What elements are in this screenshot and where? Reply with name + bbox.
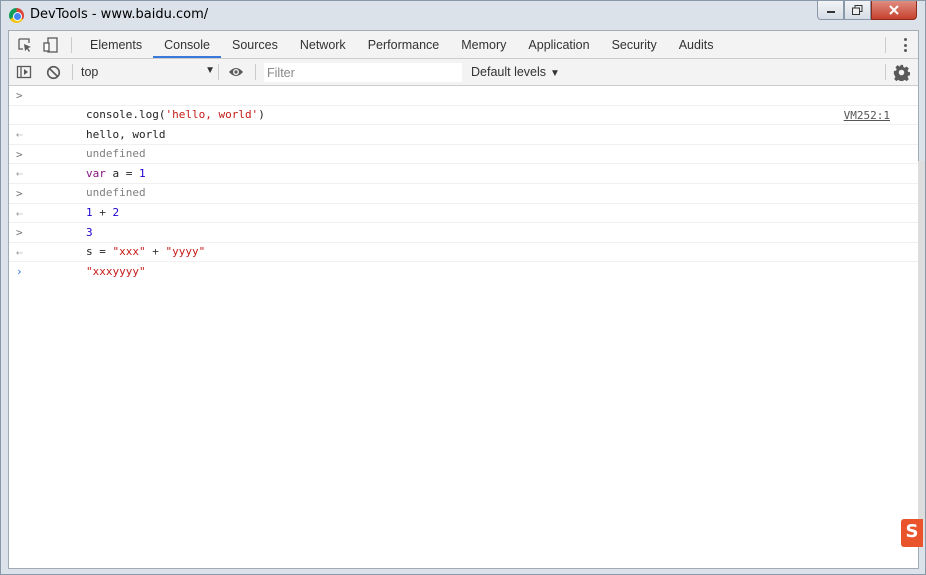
minimize-icon (826, 11, 835, 13)
tab-security[interactable]: Security (601, 31, 668, 58)
execution-context-select[interactable]: top ▼ (81, 63, 215, 81)
title-bar[interactable]: DevTools - www.baidu.com/ (1, 1, 925, 30)
clear-console-button[interactable] (44, 63, 62, 81)
input-chevron-icon: > (16, 147, 23, 161)
prompt-chevron-icon: › (16, 265, 23, 279)
result-arrow-icon: ⇠ (16, 128, 23, 142)
result-arrow-icon: ⇠ (16, 206, 23, 220)
live-expression-eye-icon[interactable] (228, 65, 244, 79)
sidebar-toggle-icon (16, 65, 32, 79)
console-input-row: > console.log('hello, world') (9, 86, 918, 121)
ime-indicator-icon[interactable]: S (901, 519, 923, 547)
input-chevron-icon: > (16, 89, 23, 102)
inspect-cursor-icon (18, 38, 31, 52)
console-input-row: >1 + 2 (9, 184, 918, 219)
dropdown-arrow-icon: ▼ (550, 68, 560, 79)
more-options-button[interactable] (900, 37, 910, 53)
tab-elements[interactable]: Elements (79, 31, 153, 58)
input-chevron-icon: > (16, 226, 23, 240)
console-result-row: ⇠ 3 (9, 204, 918, 239)
toolbar-separator (218, 64, 219, 80)
console-input-row: > s = "xxx" + "yyyy" (9, 223, 918, 258)
close-button[interactable] (871, 1, 917, 20)
console-output[interactable]: > console.log('hello, world') hello, worl… (9, 86, 918, 568)
toolbar-separator (71, 37, 72, 53)
chrome-logo-icon (9, 8, 24, 23)
console-result-row: ⇠ undefined (9, 164, 918, 199)
tab-network[interactable]: Network (289, 31, 357, 58)
panel-tabs: Elements Console Sources Network Perform… (79, 31, 724, 58)
kebab-menu-icon (903, 38, 907, 41)
toolbar-separator (255, 64, 256, 80)
console-input-row: > var a = 1 (9, 145, 918, 180)
tab-application[interactable]: Application (517, 31, 600, 58)
tab-audits[interactable]: Audits (668, 31, 725, 58)
source-link[interactable]: VM252:1 (844, 106, 890, 125)
dropdown-arrow-icon: ▼ (205, 65, 215, 76)
kebab-dot (903, 49, 907, 52)
toolbar-separator (885, 37, 886, 53)
toolbar-separator (885, 64, 886, 80)
console-log-row: hello, world VM252:1 (9, 106, 918, 141)
devtools-panel: Elements Console Sources Network Perform… (8, 30, 919, 569)
devtools-tab-bar: Elements Console Sources Network Perform… (9, 31, 918, 59)
device-toolbar-button[interactable] (42, 36, 60, 54)
result-arrow-icon: ⇠ (16, 245, 23, 259)
devtools-window: DevTools - www.baidu.com/ Elements Conso… (0, 0, 926, 575)
tab-console[interactable]: Console (153, 31, 221, 58)
device-mode-icon (43, 37, 58, 53)
console-prompt-row[interactable]: › (9, 262, 918, 282)
window-controls (817, 1, 917, 21)
tab-performance[interactable]: Performance (357, 31, 451, 58)
context-value: top (81, 65, 99, 79)
window-scrollbar[interactable] (918, 161, 925, 541)
console-toolbar: top ▼ Default levels▼ (9, 59, 918, 86)
restore-icon (852, 5, 863, 15)
inspect-element-button[interactable] (16, 36, 34, 54)
minimize-button[interactable] (817, 1, 844, 20)
close-icon (889, 5, 899, 15)
kebab-dot (903, 43, 907, 47)
toolbar-separator (72, 64, 73, 80)
result-arrow-icon: ⇠ (16, 167, 23, 181)
window-title: DevTools - www.baidu.com/ (30, 7, 209, 22)
filter-input[interactable] (264, 63, 462, 82)
tab-sources[interactable]: Sources (221, 31, 289, 58)
console-result-row: ⇠ undefined (9, 125, 918, 160)
tab-memory[interactable]: Memory (450, 31, 517, 58)
input-chevron-icon: > (16, 186, 23, 200)
clear-circle-icon (46, 65, 60, 79)
gear-icon[interactable] (893, 64, 910, 81)
levels-label: Default levels (471, 65, 547, 79)
maximize-button[interactable] (844, 1, 871, 20)
console-result-row: ⇠ "xxxyyyy" (9, 243, 918, 278)
log-levels-dropdown[interactable]: Default levels ▼ (471, 65, 560, 79)
show-sidebar-button[interactable] (15, 63, 33, 81)
